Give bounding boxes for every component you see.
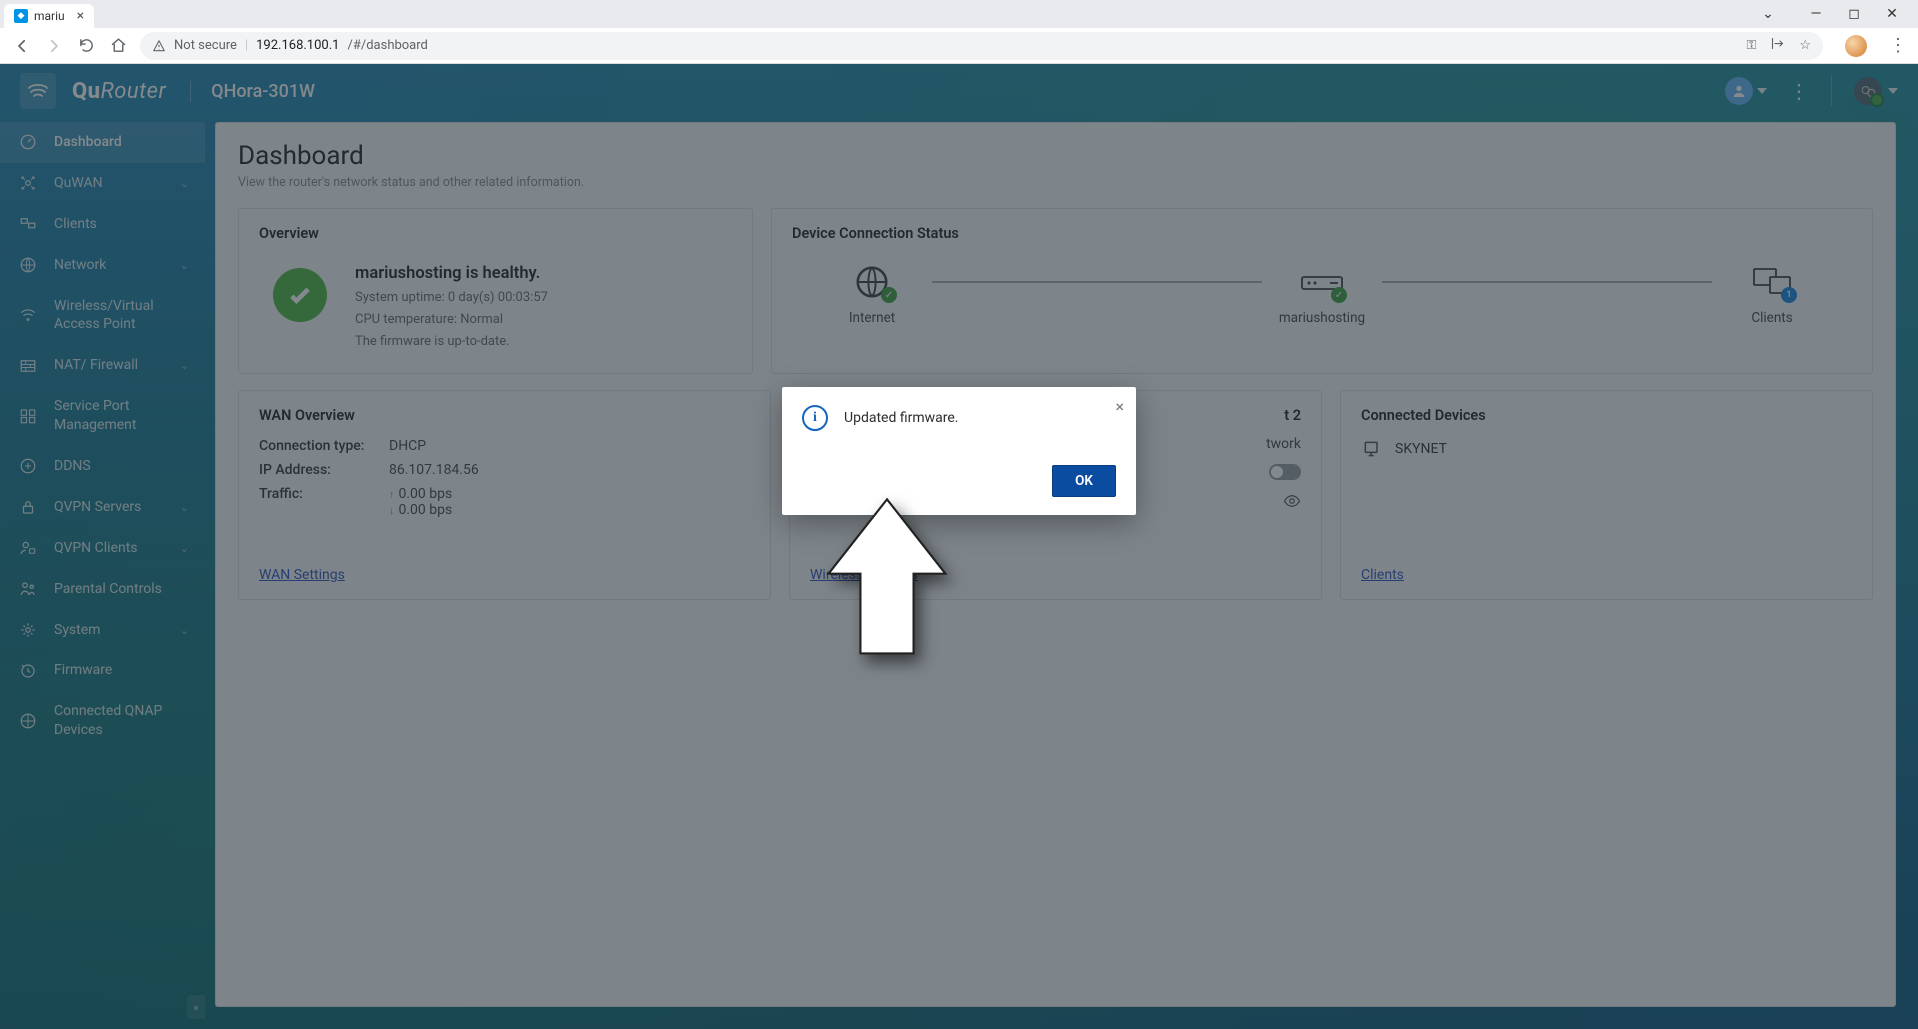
window-minimize-icon[interactable]: — — [1804, 6, 1828, 22]
close-dialog-icon[interactable]: × — [1115, 397, 1124, 416]
info-icon: i — [802, 405, 828, 431]
url-host: 192.168.100.1 — [256, 38, 339, 53]
home-button[interactable] — [108, 36, 128, 56]
url-path: /#/dashboard — [347, 38, 427, 53]
ok-button[interactable]: OK — [1052, 465, 1116, 497]
modal-overlay: × i Updated firmware. OK — [0, 64, 1918, 1029]
reload-button[interactable] — [76, 36, 96, 56]
forward-button[interactable] — [44, 36, 64, 56]
profile-avatar[interactable] — [1845, 35, 1867, 57]
bookmark-star-icon[interactable]: ☆ — [1799, 38, 1811, 53]
address-bar[interactable]: Not secure | 192.168.100.1/#/dashboard ⚿… — [140, 32, 1823, 60]
browser-toolbar: Not secure | 192.168.100.1/#/dashboard ⚿… — [0, 28, 1918, 64]
window-maximize-icon[interactable]: ◻ — [1842, 6, 1866, 22]
not-secure-label: Not secure — [174, 38, 237, 53]
tabs-dropdown-icon[interactable]: ⌄ — [1756, 6, 1780, 22]
annotation-arrow-icon — [822, 494, 952, 668]
browser-tab[interactable]: ◆ mariu × — [4, 4, 94, 28]
password-key-icon[interactable]: ⚿ — [1746, 38, 1756, 53]
tab-title: mariu — [34, 9, 65, 23]
dialog-message: Updated firmware. — [844, 410, 958, 426]
not-secure-icon — [152, 39, 166, 53]
share-icon[interactable] — [1770, 36, 1785, 55]
browser-tabstrip: ◆ mariu × ⌄ — ◻ ✕ — [0, 0, 1918, 28]
window-controls: ⌄ — ◻ ✕ — [1756, 6, 1914, 22]
app-root: QuRouter QHora-301W ⋮ D — [0, 64, 1918, 1029]
back-button[interactable] — [12, 36, 32, 56]
browser-menu-icon[interactable]: ⋮ — [1889, 35, 1906, 56]
close-tab-icon[interactable]: × — [77, 8, 84, 24]
favicon-icon: ◆ — [14, 9, 28, 23]
window-close-icon[interactable]: ✕ — [1880, 6, 1904, 22]
